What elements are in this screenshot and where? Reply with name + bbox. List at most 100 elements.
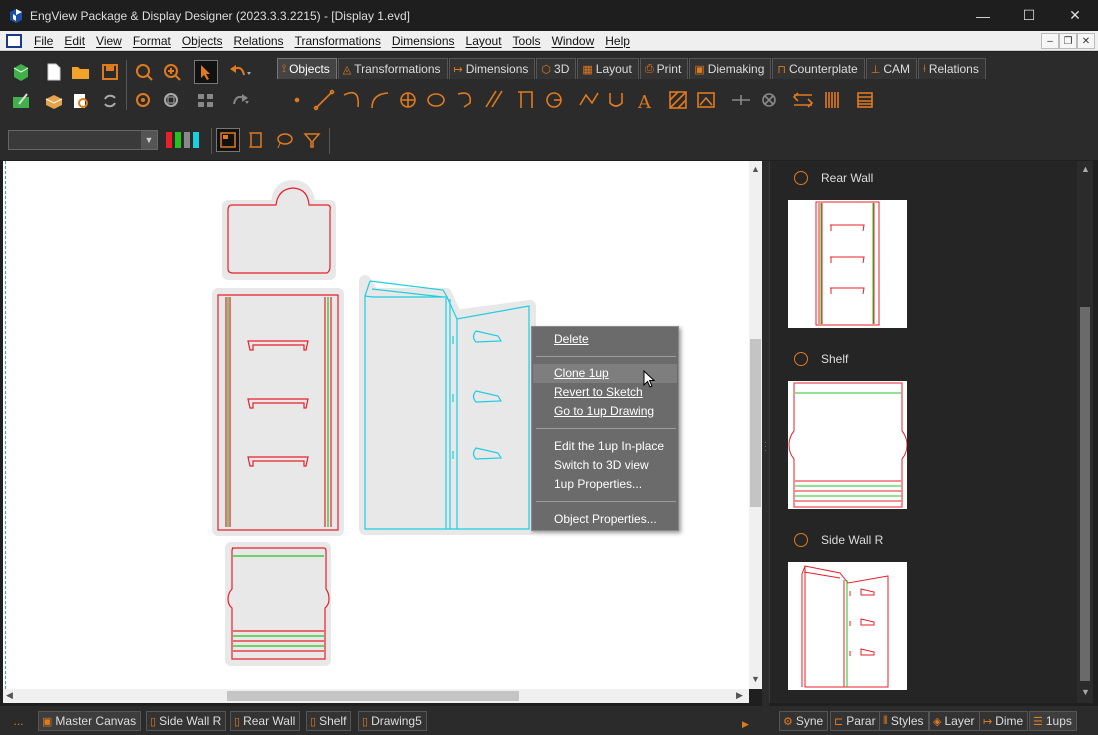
canvas-vertical-thumb[interactable] (750, 339, 761, 507)
tab-objects[interactable]: ⟟ Objects (277, 58, 337, 79)
ellipse-tool-icon[interactable] (427, 93, 445, 107)
refresh-icon[interactable] (98, 89, 122, 113)
menu-item-edit-1up-in-place[interactable]: Edit the 1up In-place (533, 437, 677, 456)
layout-view-icon[interactable] (216, 128, 240, 152)
menu-dimensions[interactable]: Dimensions (387, 34, 461, 48)
barcode-tool-icon[interactable] (825, 92, 839, 108)
redo-icon[interactable] (228, 89, 252, 113)
menu-view[interactable]: View (91, 34, 128, 48)
zoom-in-icon[interactable] (160, 60, 184, 84)
panel-tab-dimensions[interactable]: ↦ Dime (979, 711, 1029, 731)
mdi-close-button[interactable]: ✕ (1077, 33, 1095, 49)
panel-tab-parameters[interactable]: ⊏ Parar (830, 711, 881, 731)
new-box-icon[interactable] (9, 60, 33, 84)
select-arrow-icon[interactable] (194, 60, 218, 84)
style-combo[interactable]: ▼ (8, 130, 158, 150)
menu-item-delete[interactable]: Delete (533, 330, 677, 349)
scroll-down-icon[interactable]: ▼ (1081, 687, 1090, 697)
zoom-fit-icon[interactable] (132, 89, 156, 113)
text-tool-icon[interactable]: A (637, 92, 652, 113)
sheet-tab-master-canvas[interactable]: ▣ Master Canvas (38, 711, 142, 731)
radio-icon[interactable] (794, 533, 808, 547)
circle-tool-icon[interactable] (400, 92, 416, 108)
parallel-tool-icon[interactable] (485, 90, 503, 108)
zoom-icon[interactable] (132, 60, 156, 84)
tab-relations[interactable]: ⟊ Relations (918, 58, 986, 79)
mdi-restore-button[interactable]: ❐ (1059, 33, 1077, 49)
hatch-tool-icon[interactable] (669, 91, 687, 109)
join-tool-icon[interactable] (609, 93, 623, 107)
zoom-window-icon[interactable] (160, 89, 184, 113)
menu-help[interactable]: Help (600, 34, 636, 48)
panel-tab-styles[interactable]: ⦀ Styles (879, 711, 929, 731)
tab-cam[interactable]: ⊥ CAM (865, 58, 917, 79)
curve-tool-icon[interactable] (457, 92, 472, 108)
menu-item-switch-to-3d-view[interactable]: Switch to 3D view (533, 456, 677, 475)
image-tool-icon[interactable] (697, 92, 715, 108)
sheet-tab-drawing5[interactable]: ▯ Drawing5 (358, 711, 427, 731)
menu-transformations[interactable]: Transformations (290, 34, 387, 48)
tab-dimensions[interactable]: ↦ Dimensions (448, 58, 536, 79)
grid-icon[interactable] (194, 89, 218, 113)
scroll-up-icon[interactable]: ▲ (751, 164, 760, 174)
open-folder-icon[interactable] (69, 60, 93, 84)
menu-relations[interactable]: Relations (229, 34, 290, 48)
new-file-icon[interactable] (42, 60, 66, 84)
panel-tab-1ups[interactable]: ☰ 1ups (1029, 711, 1077, 731)
up-thumbnail[interactable] (788, 562, 907, 690)
ups-panel-thumb[interactable] (1080, 307, 1090, 681)
box-3d-icon[interactable] (42, 89, 66, 113)
ups-panel-scrollbar[interactable]: ▲ ▼ (1077, 161, 1093, 703)
scroll-down-icon[interactable]: ▼ (751, 674, 760, 684)
save-icon[interactable] (98, 60, 122, 84)
delete-node-icon[interactable] (762, 93, 776, 107)
menu-item-go-to-1up-drawing[interactable]: Go to 1up Drawing (533, 402, 677, 421)
mdi-minimize-button[interactable]: – (1041, 33, 1059, 49)
rectangle-tool-icon[interactable] (518, 91, 533, 108)
undo-icon[interactable] (228, 60, 252, 84)
panel-splitter[interactable]: · · · (762, 161, 769, 706)
menu-format[interactable]: Format (128, 34, 177, 48)
table-tool-icon[interactable] (857, 92, 873, 108)
maximize-button[interactable]: ☐ (1006, 0, 1052, 31)
lasso-icon[interactable] (272, 128, 296, 152)
menu-item-1up-properties[interactable]: 1up Properties... (533, 475, 677, 494)
polyline-tool-icon[interactable] (371, 92, 389, 109)
panel-tab-layers[interactable]: ◈ Layer (929, 711, 980, 731)
snap-tool-icon[interactable] (732, 95, 750, 105)
menu-file[interactable]: File (29, 34, 59, 48)
bridge-tool-icon[interactable] (792, 92, 814, 108)
sheet-tab-shelf[interactable]: ▯ Shelf (306, 711, 352, 731)
sheet-scroll-right-icon[interactable]: ▶ (742, 719, 749, 730)
menu-objects[interactable]: Objects (177, 34, 229, 48)
layers-color-icon[interactable] (164, 128, 204, 152)
sheet-tab-side-wall-r[interactable]: ▯ Side Wall R (146, 711, 227, 731)
menu-item-object-properties[interactable]: Object Properties... (533, 510, 677, 529)
menu-tools[interactable]: Tools (508, 34, 547, 48)
canvas-horizontal-thumb[interactable] (227, 691, 519, 701)
filter-icon[interactable] (300, 128, 324, 152)
tab-counterplate[interactable]: ⊓ Counterplate (772, 58, 865, 79)
canvas-vertical-scrollbar[interactable]: ▲ ▼ (749, 161, 762, 689)
tab-diemaking[interactable]: ▣ Diemaking (689, 58, 772, 79)
tab-3d[interactable]: ⬡ 3D (536, 58, 577, 79)
close-button[interactable]: ✕ (1052, 0, 1098, 31)
arc-tool-icon[interactable] (343, 91, 360, 108)
more-sheets-button[interactable]: ... (5, 711, 33, 731)
radio-icon[interactable] (794, 171, 808, 185)
menu-edit[interactable]: Edit (59, 34, 91, 48)
point-tool-icon[interactable] (294, 97, 300, 103)
frame-icon[interactable] (244, 128, 268, 152)
menu-layout[interactable]: Layout (461, 34, 508, 48)
minimize-button[interactable]: — (960, 0, 1006, 31)
tab-transformations[interactable]: ◬ Transformations (337, 58, 448, 79)
scroll-right-icon[interactable]: ▶ (736, 690, 743, 701)
edit-box-icon[interactable] (9, 89, 33, 113)
canvas-horizontal-scrollbar[interactable]: ◀ ▶ (3, 689, 749, 703)
scroll-up-icon[interactable]: ▲ (1081, 164, 1090, 174)
panel-tab-syne[interactable]: ⚙ Syne (779, 711, 829, 731)
document-icon[interactable] (6, 33, 22, 48)
menu-window[interactable]: Window (547, 34, 601, 48)
radio-icon[interactable] (794, 352, 808, 366)
line-tool-icon[interactable] (313, 89, 335, 111)
